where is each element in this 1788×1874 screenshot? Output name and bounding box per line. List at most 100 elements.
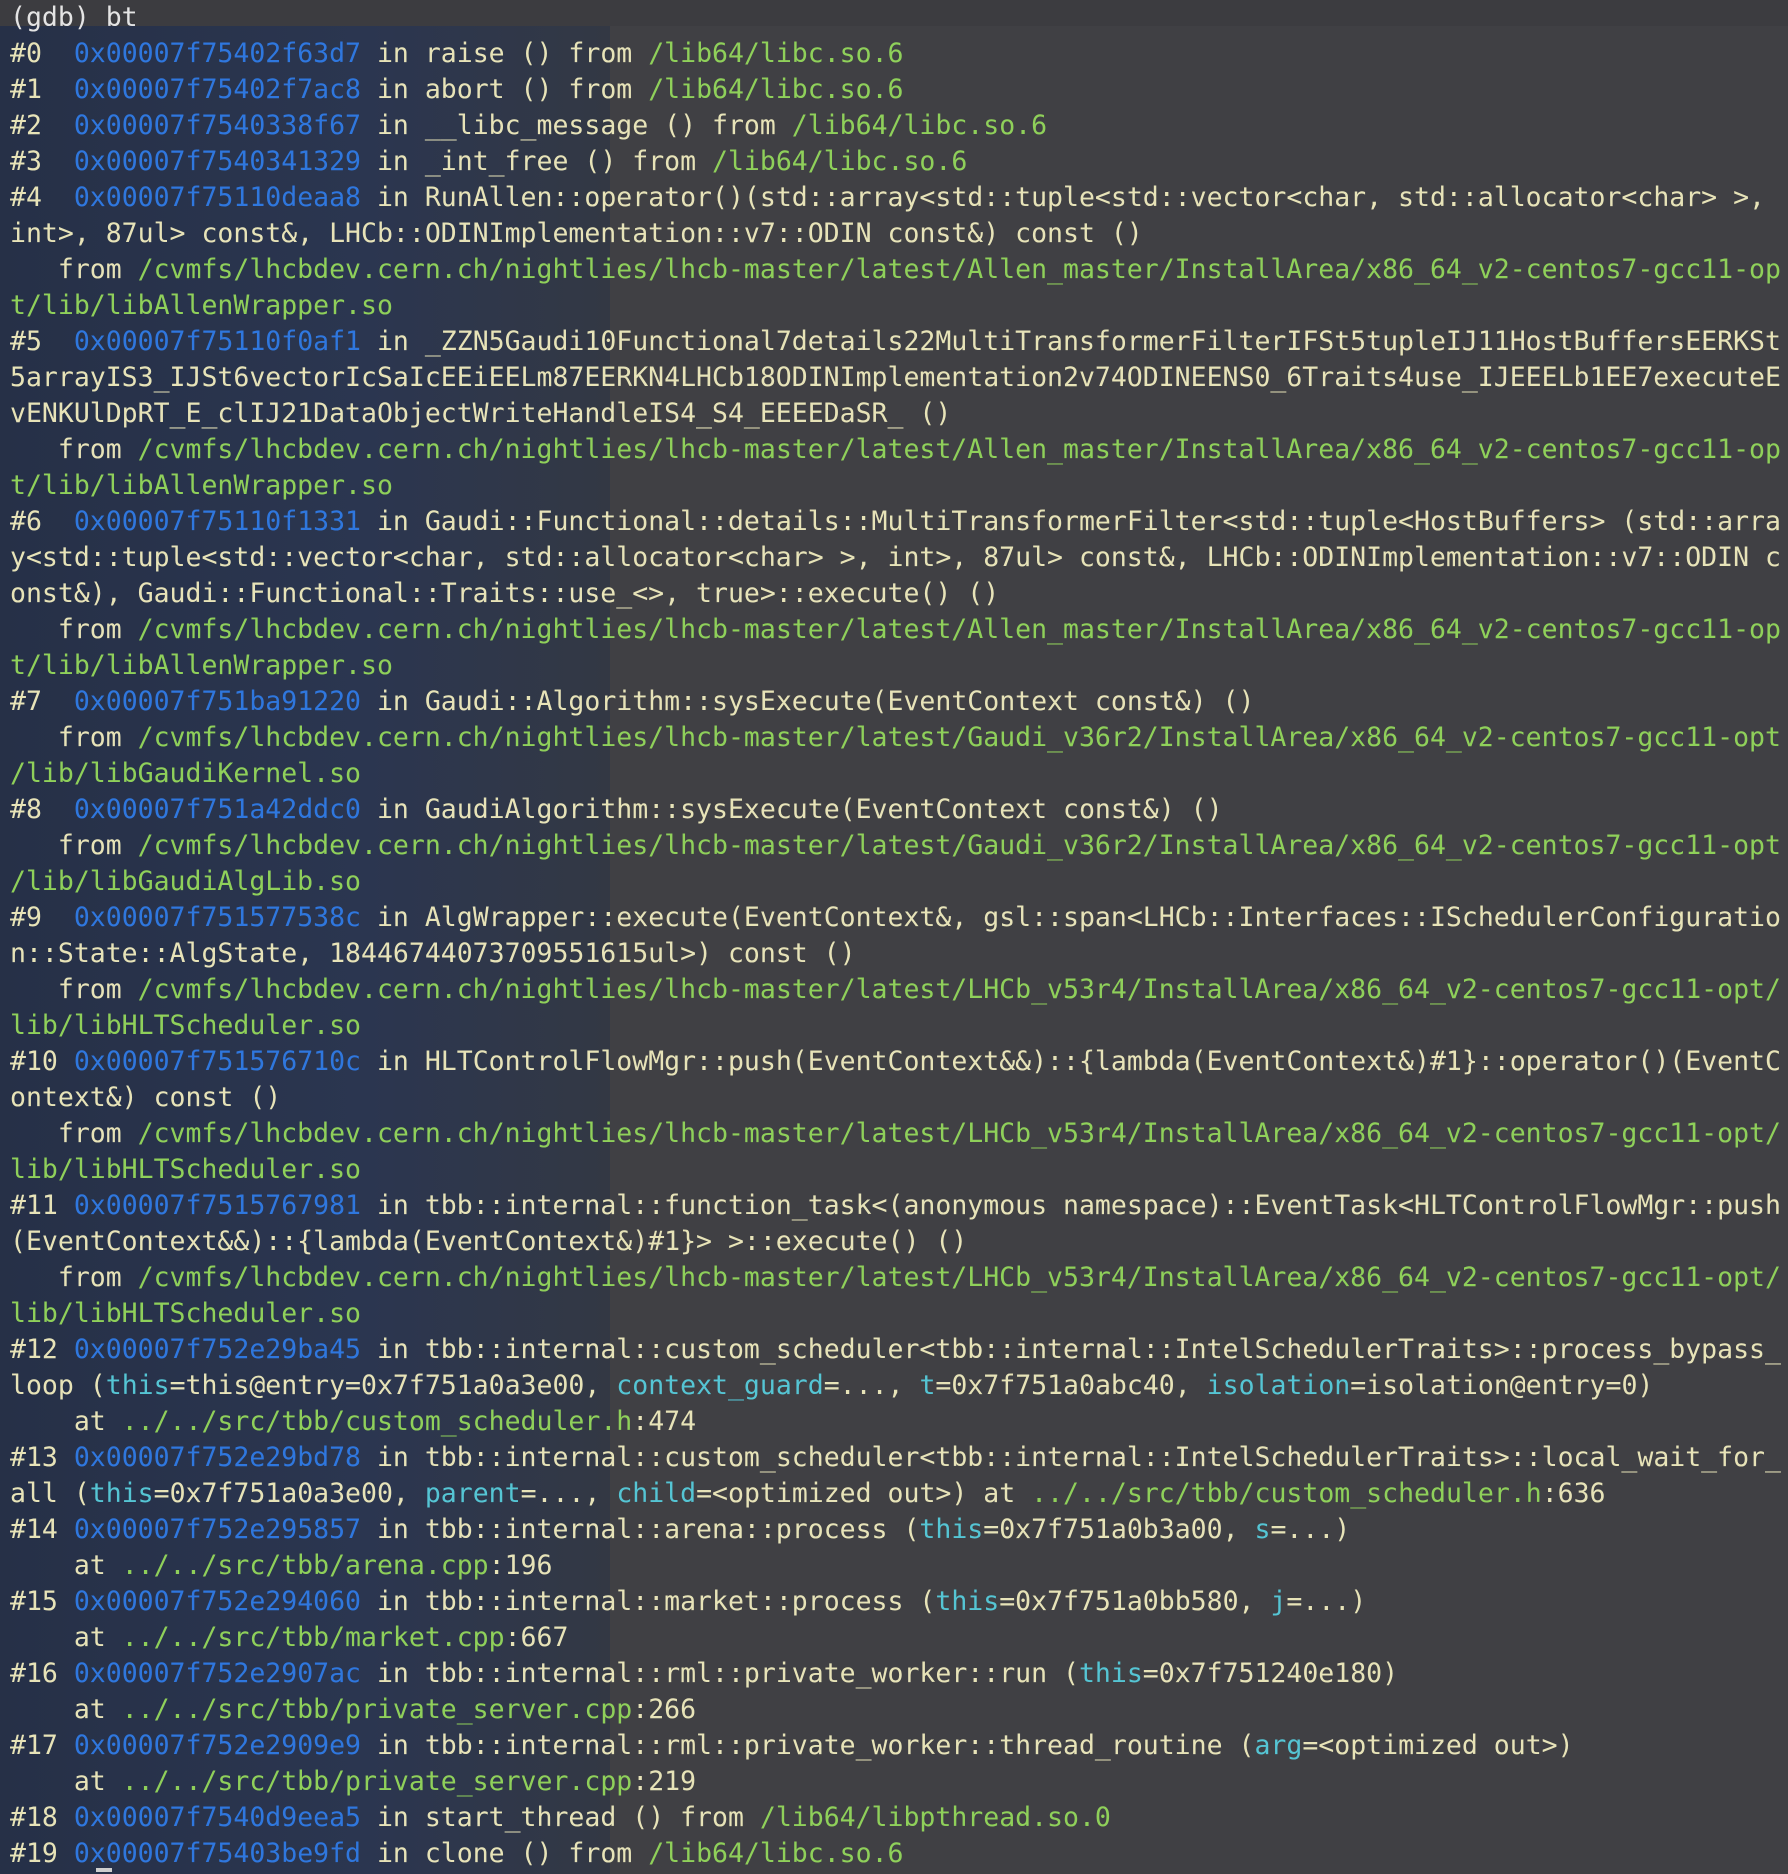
- backtrace-line: #0 0x00007f75402f63d7 in raise () from /…: [10, 36, 1785, 72]
- backtrace-line: lib/libHLTScheduler.so: [10, 1008, 1785, 1044]
- backtrace-line: /lib/libGaudiAlgLib.so: [10, 864, 1785, 900]
- argument-name: this: [1078, 1658, 1143, 1689]
- frame-address: 0x00007f751a42ddc0: [73, 794, 362, 825]
- backtrace-line: from /cvmfs/lhcbdev.cern.ch/nightlies/lh…: [10, 252, 1785, 288]
- backtrace-line: from /cvmfs/lhcbdev.cern.ch/nightlies/lh…: [10, 972, 1785, 1008]
- frame-text: =<optimized out>) at: [696, 1478, 1032, 1509]
- backtrace-line: #5 0x00007f75110f0af1 in _ZZN5Gaudi10Fun…: [10, 324, 1785, 360]
- argument-name: context_guard: [616, 1370, 824, 1401]
- frame-address: 0x00007f752e2907ac: [73, 1658, 362, 1689]
- frame-text: #2: [10, 110, 74, 141]
- frame-text: :196: [488, 1550, 553, 1581]
- backtrace-line: all (this=0x7f751a0a3e00, parent=..., ch…: [10, 1476, 1785, 1512]
- argument-name: this: [919, 1514, 984, 1545]
- frame-text: in tbb::internal::market::process (: [361, 1586, 936, 1617]
- frame-text: #6: [10, 506, 74, 537]
- backtrace-line: #14 0x00007f752e295857 in tbb::internal:…: [10, 1512, 1785, 1548]
- frame-address: 0x00007f752e29bd78: [73, 1442, 362, 1473]
- argument-name: child: [616, 1478, 697, 1509]
- frame-text: in tbb::internal::custom_scheduler<tbb::…: [361, 1442, 1781, 1473]
- prompt-text: (gdb) bt: [10, 2, 138, 33]
- frame-text: #16: [10, 1658, 74, 1689]
- frame-text: (EventContext&&)::{lambda(EventContext&)…: [10, 1226, 968, 1257]
- library-path: ../../src/tbb/custom_scheduler.h: [121, 1406, 633, 1437]
- backtrace-line: from /cvmfs/lhcbdev.cern.ch/nightlies/lh…: [10, 720, 1785, 756]
- frame-text: int>, 87ul> const&, LHCb::ODINImplementa…: [10, 218, 1143, 249]
- frame-text: in clone () from: [361, 1838, 649, 1869]
- library-path: /cvmfs/lhcbdev.cern.ch/nightlies/lhcb-ma…: [137, 434, 1781, 465]
- frame-text: vENKUlDpRT_E_clIJ21DataObjectWriteHandle…: [10, 398, 952, 429]
- frame-text: at: [10, 1694, 122, 1725]
- backtrace-line: #19 0x00007f75403be9fd in clone () from …: [10, 1836, 1785, 1872]
- argument-name: isolation: [1206, 1370, 1351, 1401]
- frame-text: #4: [10, 182, 74, 213]
- argument-name: this: [105, 1370, 170, 1401]
- frame-text: #1: [10, 74, 74, 105]
- backtrace-line: t/lib/libAllenWrapper.so: [10, 648, 1785, 684]
- frame-text: :636: [1541, 1478, 1606, 1509]
- frame-text: at: [10, 1406, 122, 1437]
- frame-address: 0x00007f75402f63d7: [73, 38, 362, 69]
- frame-text: :266: [632, 1694, 697, 1725]
- frame-text: n::State::AlgState, 18446744073709551615…: [10, 938, 856, 969]
- terminal-output[interactable]: (gdb) bt #0 0x00007f75402f63d7 in raise (…: [10, 0, 1785, 1874]
- frame-text: 5arrayIS3_IJSt6vectorIcSaIcEEiEELm87EERK…: [10, 362, 1781, 393]
- gdb-prompt-line: (gdb) bt: [10, 0, 1785, 36]
- frame-text: #19: [10, 1838, 74, 1869]
- library-path: t/lib/libAllenWrapper.so: [10, 650, 393, 681]
- frame-address: 0x00007f75110f0af1: [73, 326, 362, 357]
- backtrace-line: #6 0x00007f75110f1331 in Gaudi::Function…: [10, 504, 1785, 540]
- frame-text: #7: [10, 686, 74, 717]
- library-path: /cvmfs/lhcbdev.cern.ch/nightlies/lhcb-ma…: [137, 1262, 1781, 1293]
- library-path: ../../src/tbb/custom_scheduler.h: [1031, 1478, 1542, 1509]
- frame-text: =0x7f751240e180): [1142, 1658, 1399, 1689]
- library-path: ../../src/tbb/market.cpp: [121, 1622, 505, 1653]
- library-path: /lib64/libpthread.so.0: [759, 1802, 1111, 1833]
- frame-text: :667: [504, 1622, 569, 1653]
- library-path: /cvmfs/lhcbdev.cern.ch/nightlies/lhcb-ma…: [137, 254, 1781, 285]
- frame-text: ontext&) const (): [10, 1082, 282, 1113]
- library-path: t/lib/libAllenWrapper.so: [10, 470, 393, 501]
- frame-text: #17: [10, 1730, 74, 1761]
- backtrace-line: #17 0x00007f752e2909e9 in tbb::internal:…: [10, 1728, 1785, 1764]
- frame-text: loop (: [10, 1370, 106, 1401]
- library-path: /lib64/libc.so.6: [712, 146, 968, 177]
- backtrace-line: #1 0x00007f75402f7ac8 in abort () from /…: [10, 72, 1785, 108]
- frame-text: #15: [10, 1586, 74, 1617]
- backtrace-line: #4 0x00007f75110deaa8 in RunAllen::opera…: [10, 180, 1785, 216]
- backtrace-line: lib/libHLTScheduler.so: [10, 1296, 1785, 1332]
- frame-text: in _ZZN5Gaudi10Functional7details22Multi…: [361, 326, 1781, 357]
- library-path: /lib/libGaudiAlgLib.so: [10, 866, 361, 897]
- frame-address: 0x00007f751ba91220: [73, 686, 362, 717]
- library-path: ../../src/tbb/private_server.cpp: [121, 1694, 633, 1725]
- frame-text: #18: [10, 1802, 74, 1833]
- frame-address: 0x00007f75110f1331: [73, 506, 362, 537]
- frame-text: #11: [10, 1190, 74, 1221]
- frame-text: in tbb::internal::custom_scheduler<tbb::…: [361, 1334, 1781, 1365]
- backtrace-line: vENKUlDpRT_E_clIJ21DataObjectWriteHandle…: [10, 396, 1785, 432]
- frame-text: :474: [632, 1406, 697, 1437]
- backtrace-line: 5arrayIS3_IJSt6vectorIcSaIcEEiEELm87EERK…: [10, 360, 1785, 396]
- frame-text: #9: [10, 902, 74, 933]
- frame-text: in HLTControlFlowMgr::push(EventContext&…: [361, 1046, 1781, 1077]
- frame-text: in Gaudi::Functional::details::MultiTran…: [361, 506, 1781, 537]
- backtrace-line: #16 0x00007f752e2907ac in tbb::internal:…: [10, 1656, 1785, 1692]
- backtrace-line: #18 0x00007f7540d9eea5 in start_thread (…: [10, 1800, 1785, 1836]
- frame-text: =0x7f751a0abc40,: [935, 1370, 1207, 1401]
- library-path: ../../src/tbb/private_server.cpp: [121, 1766, 633, 1797]
- backtrace-line: from /cvmfs/lhcbdev.cern.ch/nightlies/lh…: [10, 1116, 1785, 1152]
- terminal-cursor: [96, 1868, 112, 1872]
- frame-text: from: [10, 974, 138, 1005]
- frame-text: =0x7f751a0b3a00,: [983, 1514, 1255, 1545]
- frame-text: in tbb::internal::arena::process (: [361, 1514, 920, 1545]
- backtrace-line: y<std::tuple<std::vector<char, std::allo…: [10, 540, 1785, 576]
- frame-text: #0: [10, 38, 74, 69]
- library-path: /cvmfs/lhcbdev.cern.ch/nightlies/lhcb-ma…: [137, 830, 1781, 861]
- frame-text: =...,: [520, 1478, 617, 1509]
- frame-text: =0x7f751a0bb580,: [999, 1586, 1271, 1617]
- backtrace-line: #12 0x00007f752e29ba45 in tbb::internal:…: [10, 1332, 1785, 1368]
- frame-text: in Gaudi::Algorithm::sysExecute(EventCon…: [361, 686, 1255, 717]
- frame-text: from: [10, 434, 138, 465]
- frame-text: #3: [10, 146, 74, 177]
- backtrace-line: at ../../src/tbb/private_server.cpp:219: [10, 1764, 1785, 1800]
